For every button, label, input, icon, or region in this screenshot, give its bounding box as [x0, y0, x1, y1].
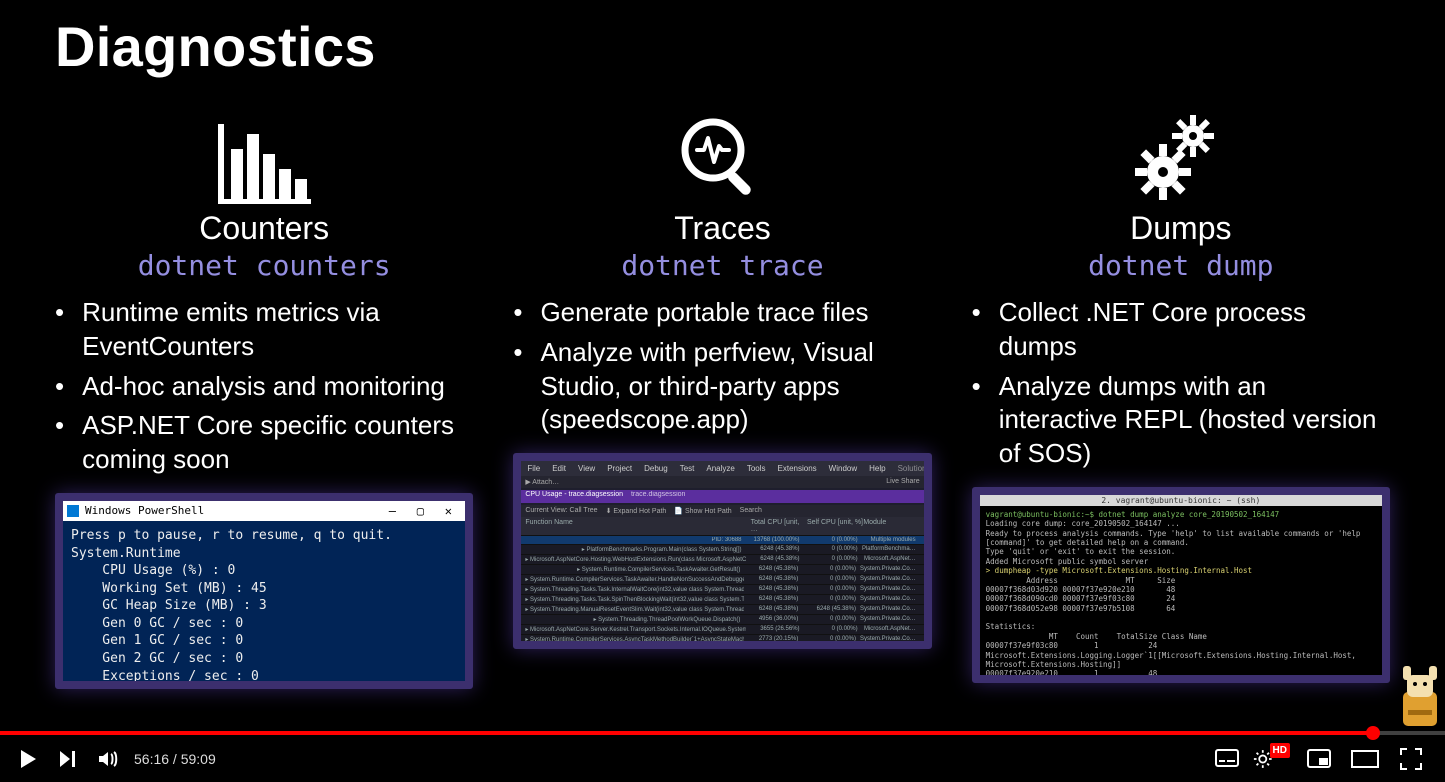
bullet: Analyze dumps with an interactive REPL (… — [972, 370, 1390, 471]
vs-rows: PID: 3068813768 (100.00%)0 (0.00%)Multip… — [521, 536, 923, 649]
screenshot-powershell: Windows PowerShell —▢✕ Press p to pause,… — [55, 493, 473, 689]
slide-title: Diagnostics — [55, 14, 1390, 79]
mascot-icon — [1393, 660, 1445, 730]
powershell-icon — [67, 505, 79, 517]
gears-icon — [1131, 114, 1231, 204]
bar-chart-icon — [217, 124, 312, 204]
column-title: Traces — [513, 210, 931, 247]
window-controls: —▢✕ — [379, 503, 461, 519]
bullet-list: Generate portable trace files Analyze wi… — [513, 296, 931, 437]
screenshot-visualstudio: FileEditViewProjectDebugTestAnalyzeTools… — [513, 453, 931, 649]
bullet: Analyze with perfview, Visual Studio, or… — [513, 336, 931, 437]
slide-columns: Counters dotnet counters Runtime emits m… — [55, 109, 1390, 689]
terminal-output: vagrant@ubuntu-bionic:~$ dotnet dump ana… — [986, 510, 1376, 683]
bullet-list: Collect .NET Core process dumps Analyze … — [972, 296, 1390, 471]
magnifier-pulse-icon — [677, 114, 767, 204]
vs-subtoolbar: Current View: Call Tree⬇ Expand Hot Path… — [521, 505, 923, 517]
bullet: ASP.NET Core specific counters coming so… — [55, 409, 473, 477]
vs-columns: Function NameTotal CPU [unit, …Self CPU … — [521, 517, 923, 536]
column-title: Counters — [55, 210, 473, 247]
vs-toolbar: ▶ Attach… Live Share — [521, 476, 923, 488]
bullet: Collect .NET Core process dumps — [972, 296, 1390, 364]
column-command: dotnet dump — [972, 249, 1390, 282]
settings-button[interactable]: HD — [1253, 739, 1293, 779]
next-button[interactable] — [48, 739, 88, 779]
window-title: Windows PowerShell — [85, 504, 204, 519]
bullet: Runtime emits metrics via EventCounters — [55, 296, 473, 364]
vs-menubar: FileEditViewProjectDebugTestAnalyzeTools… — [521, 461, 923, 476]
bullet-list: Runtime emits metrics via EventCounters … — [55, 296, 473, 477]
play-button[interactable] — [8, 739, 48, 779]
column-counters: Counters dotnet counters Runtime emits m… — [55, 109, 473, 689]
miniplayer-button[interactable] — [1299, 739, 1339, 779]
console-output: Press p to pause, r to resume, q to quit… — [71, 527, 457, 685]
subtitles-button[interactable] — [1207, 739, 1247, 779]
theater-button[interactable] — [1345, 739, 1385, 779]
bullet: Ad-hoc analysis and monitoring — [55, 370, 473, 404]
time-display: 56:16 / 59:09 — [134, 751, 216, 767]
player-controls: 56:16 / 59:09 HD — [0, 735, 1445, 782]
window-titlebar: Windows PowerShell —▢✕ — [63, 501, 465, 521]
fullscreen-button[interactable] — [1391, 739, 1431, 779]
column-title: Dumps — [972, 210, 1390, 247]
quality-badge: HD — [1270, 743, 1290, 758]
terminal-title: 2. vagrant@ubuntu-bionic: ~ (ssh) — [980, 495, 1382, 506]
vs-tab: CPU Usage - trace.diagsession trace.diag… — [521, 490, 923, 503]
column-command: dotnet counters — [55, 249, 473, 282]
column-command: dotnet trace — [513, 249, 931, 282]
column-dumps: Dumps dotnet dump Collect .NET Core proc… — [972, 109, 1390, 689]
column-traces: Traces dotnet trace Generate portable tr… — [513, 109, 931, 689]
bullet: Generate portable trace files — [513, 296, 931, 330]
screenshot-terminal: 2. vagrant@ubuntu-bionic: ~ (ssh) vagran… — [972, 487, 1390, 683]
volume-button[interactable] — [88, 739, 128, 779]
